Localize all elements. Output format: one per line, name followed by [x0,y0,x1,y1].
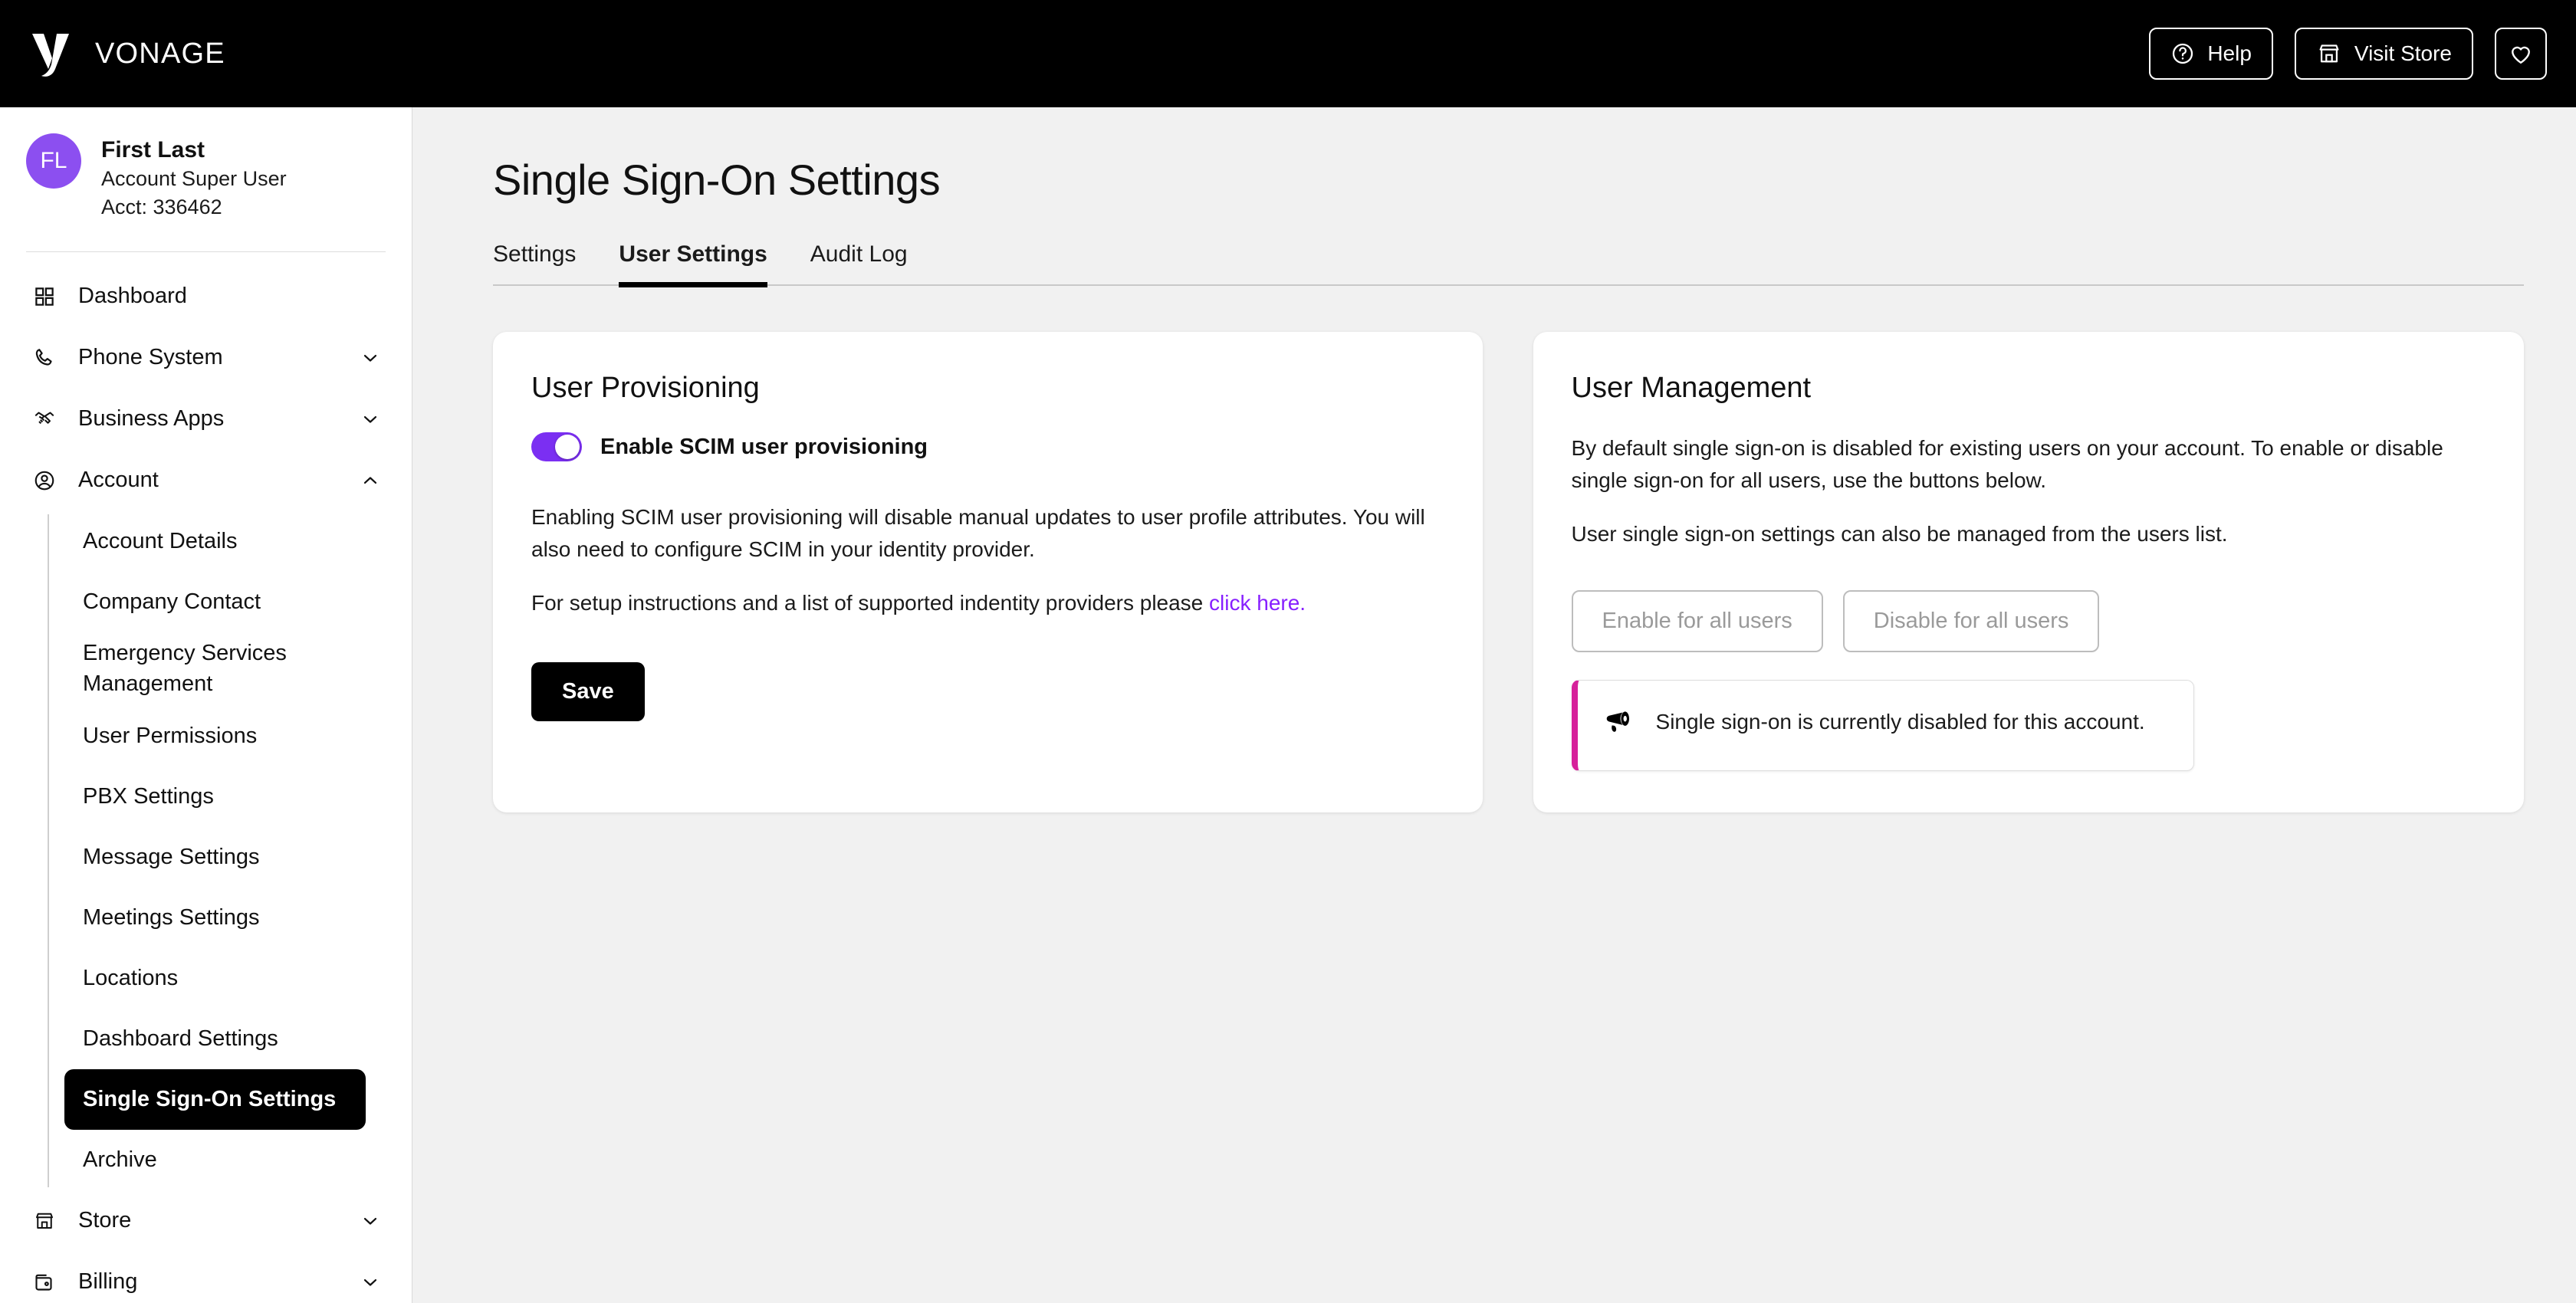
question-circle-icon [2173,43,2193,64]
avatar: FL [26,133,81,189]
user-management-paragraph-2: User single sign-on settings can also be… [1571,522,2228,546]
user-management-buttons: Enable for all users Disable for all use… [1571,590,2486,652]
sidebar-subitem-message-settings[interactable]: Message Settings [64,827,412,888]
sidebar: FL First Last Account Super User Acct: 3… [0,107,412,1303]
sidebar-subitem-user-permissions[interactable]: User Permissions [64,706,412,766]
user-management-paragraph-1: By default single sign-on is disabled fo… [1571,436,2443,492]
wallet-icon [28,1271,61,1294]
scim-toggle-row: Enable SCIM user provisioning [531,432,1444,461]
user-provisioning-title: User Provisioning [531,372,760,404]
sidebar-item-store[interactable]: Store [0,1190,412,1252]
sidebar-item-account[interactable]: Account [0,450,412,511]
chevron-down-icon [360,409,381,430]
sidebar-item-business-apps[interactable]: Business Apps [0,389,412,450]
enable-for-all-users-button[interactable]: Enable for all users [1571,590,1823,652]
chevron-down-icon [360,1210,381,1232]
scim-setup-instructions: For setup instructions and a list of sup… [531,587,1444,619]
tab-bar: Settings User Settings Audit Log [493,241,2524,287]
visit-store-button[interactable]: Visit Store [2294,28,2473,80]
scim-setup-prefix: For setup instructions and a list of sup… [531,591,1210,615]
sidebar-subitem-single-sign-on-settings[interactable]: Single Sign-On Settings [64,1068,366,1130]
sidebar-subitem-archive[interactable]: Archive [64,1130,412,1190]
favorites-button[interactable] [2495,28,2547,80]
phone-icon [28,346,61,369]
toggle-knob [555,435,580,459]
sidebar-item-phone-system-label: Phone System [78,345,223,369]
brand-logo-group[interactable]: VONAGE [29,29,225,78]
sidebar-item-dashboard[interactable]: Dashboard [0,266,412,327]
visit-store-button-label: Visit Store [2354,41,2452,65]
profile-text: First Last Account Super User Acct: 3364… [101,133,287,222]
heart-icon [2512,46,2530,64]
sidebar-subitem-meetings-settings[interactable]: Meetings Settings [64,888,412,948]
chevron-down-icon [360,1272,381,1293]
sidebar-item-business-apps-label: Business Apps [78,406,225,431]
sidebar-navigation: Dashboard Phone System Business Apps Acc… [0,252,412,1303]
vonage-v-logo-icon [32,34,69,77]
sidebar-item-phone-system[interactable]: Phone System [0,327,412,389]
chevron-down-icon [360,347,381,369]
page-title: Single Sign-On Settings [493,156,941,204]
sidebar-subitem-dashboard-settings[interactable]: Dashboard Settings [64,1009,412,1069]
sidebar-subitem-account-details[interactable]: Account Details [64,511,412,572]
profile-name: First Last [101,137,205,162]
handshake-icon [28,408,61,431]
save-button[interactable]: Save [531,662,645,721]
header-actions: Help Visit Store [2149,28,2547,80]
profile-role: Account Super User [101,167,287,190]
cards-container: User Provisioning Enable SCIM user provi… [493,332,2524,812]
user-circle-icon [28,469,61,492]
sidebar-item-billing[interactable]: Billing [0,1252,412,1303]
sidebar-subitem-pbx-settings[interactable]: PBX Settings [64,766,412,827]
sidebar-subitem-company-contact[interactable]: Company Contact [64,572,412,632]
user-management-card: User Management By default single sign-o… [1533,332,2524,812]
sidebar-subitem-locations[interactable]: Locations [64,948,412,1009]
grid-icon [28,285,61,308]
storefront-icon [2319,44,2339,63]
storefront-icon [28,1209,61,1232]
sidebar-item-billing-label: Billing [78,1269,138,1294]
click-here-link[interactable]: click here. [1209,591,1306,615]
sidebar-subitem-emergency-services-management[interactable]: Emergency Services Management [64,632,412,706]
sidebar-item-dashboard-label: Dashboard [78,284,187,308]
help-button[interactable]: Help [2149,28,2273,80]
scim-description: Enabling SCIM user provisioning will dis… [531,505,1425,561]
tab-user-settings[interactable]: User Settings [597,241,788,287]
main-content: Single Sign-On Settings Settings User Se… [412,107,2576,1303]
profile-account-number: Acct: 336462 [101,195,222,219]
megaphone-icon [1601,707,1636,744]
tab-settings[interactable]: Settings [493,241,597,284]
user-management-title: User Management [1571,372,1812,404]
sso-status-alert-text: Single sign-on is currently disabled for… [1655,710,2145,734]
user-profile[interactable]: FL First Last Account Super User Acct: 3… [0,107,412,245]
sso-status-alert: Single sign-on is currently disabled for… [1571,680,2194,771]
sidebar-item-account-label: Account [78,468,159,492]
disable-for-all-users-button[interactable]: Disable for all users [1842,590,2100,652]
brand-name: VONAGE [95,37,225,70]
chevron-up-icon [360,470,381,491]
tab-audit-log[interactable]: Audit Log [789,241,929,284]
account-subnav: Account Details Company Contact Emergenc… [48,511,412,1190]
help-button-label: Help [2207,41,2252,65]
enable-scim-toggle[interactable] [531,432,582,461]
sidebar-item-store-label: Store [78,1208,132,1232]
user-provisioning-card: User Provisioning Enable SCIM user provi… [493,332,1483,812]
top-header-bar: VONAGE Help Visit Store [0,0,2576,107]
enable-scim-toggle-label: Enable SCIM user provisioning [600,434,928,459]
